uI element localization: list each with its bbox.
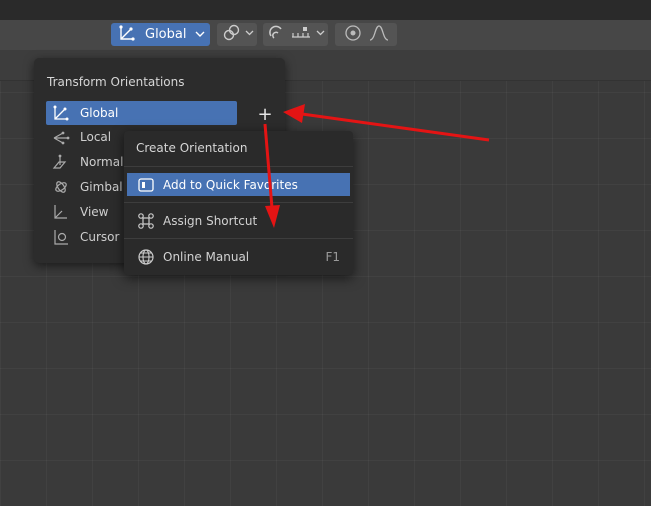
annotation-arrow-line	[263, 123, 274, 209]
annotation-arrows	[263, 104, 490, 228]
annotation-arrowhead	[265, 205, 280, 228]
annotation-arrow-line	[301, 112, 490, 142]
annotation-arrowhead	[283, 104, 305, 123]
